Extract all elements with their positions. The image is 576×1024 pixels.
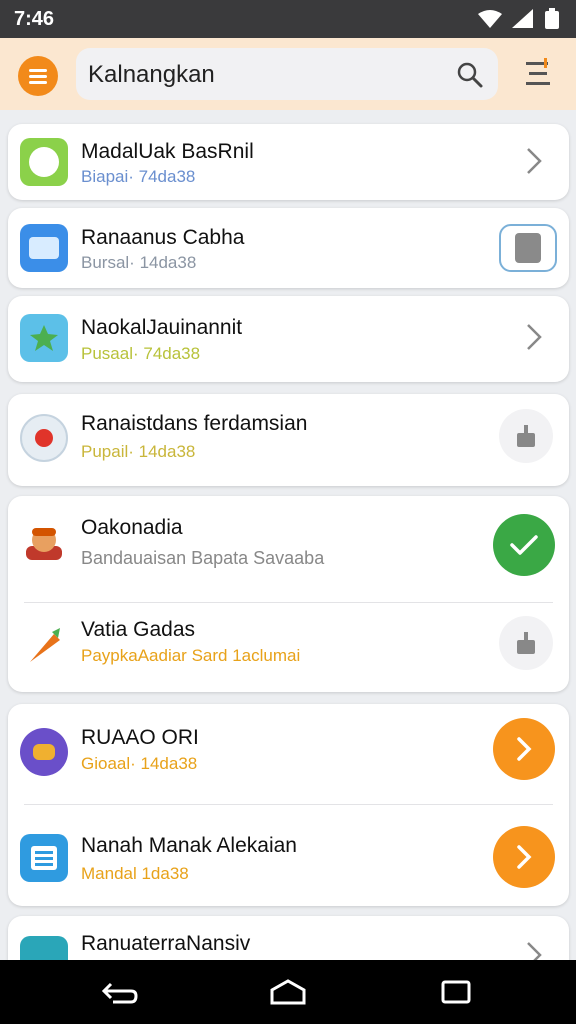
list-card: MadalUak BasRnil Biapai· 74da38 (8, 124, 569, 200)
app-purple-game-icon (20, 728, 68, 776)
list-item[interactable]: MadalUak BasRnil Biapai· 74da38 (8, 124, 569, 200)
arrow-right-icon (517, 845, 532, 869)
item-title: Ranaanus Cabha (81, 226, 245, 249)
list-item[interactable]: Ranaistdans ferdamsian Pupail· 14da38 (8, 394, 569, 486)
item-title: RUAAO ORI (81, 726, 199, 749)
list-item[interactable]: Ranaanus Cabha Bursal· 14da38 (8, 208, 569, 288)
list-item[interactable]: NaokalJauinannit Pusaal· 74da38 (8, 296, 569, 382)
app-blue-chat-icon (20, 224, 68, 272)
item-subtitle: Bursal· 14da38 (81, 253, 197, 272)
download-icon (517, 632, 535, 654)
open-button[interactable] (493, 718, 555, 780)
search-input[interactable]: Kalnangkan (76, 48, 498, 100)
app-carrot-icon (20, 622, 68, 670)
item-subtitle: Bandauaisan Bapata Savaaba (81, 548, 325, 568)
menu-button[interactable] (18, 56, 58, 96)
back-button[interactable] (100, 976, 140, 1008)
list-item[interactable]: RUAAO ORI Gioaal· 14da38 (8, 704, 569, 804)
item-subtitle: Pupail· 14da38 (81, 442, 196, 461)
recents-icon (441, 980, 471, 1004)
search-icon[interactable] (456, 61, 484, 89)
installed-button[interactable] (493, 514, 555, 576)
list-card: NaokalJauinannit Pusaal· 74da38 (8, 296, 569, 382)
list-card: RUAAO ORI Gioaal· 14da38 Nanah Manak Ale… (8, 704, 569, 906)
download-button[interactable] (499, 616, 553, 670)
arrow-right-icon (517, 737, 532, 761)
app-red-dot-icon (20, 414, 68, 462)
device-button[interactable] (499, 224, 557, 272)
list-item[interactable]: Nanah Manak Alekaian Mandal 1da38 (8, 806, 569, 906)
hamburger-icon (29, 69, 47, 84)
filter-button[interactable] (520, 56, 556, 92)
download-icon (517, 425, 535, 447)
status-icons (478, 8, 560, 30)
check-icon (510, 535, 538, 555)
home-icon (270, 979, 306, 1005)
navigation-bar (0, 960, 576, 1024)
chevron-right-icon[interactable] (525, 146, 543, 176)
item-subtitle: Gioaal· 14da38 (81, 754, 198, 773)
status-time: 7:46 (14, 8, 55, 30)
item-title: Nanah Manak Alekaian (81, 834, 297, 857)
app-character-icon (20, 520, 68, 568)
item-title: NaokalJauinannit (81, 316, 243, 339)
sort-icon (526, 58, 550, 85)
item-title: Ranaistdans ferdamsian (81, 412, 308, 435)
recents-button[interactable] (436, 976, 476, 1008)
item-title: RanuaterraNansiv (81, 932, 251, 955)
list-card: Ranaanus Cabha Bursal· 14da38 (8, 208, 569, 288)
item-subtitle: PaypkaAadiar Sard 1aclumai (81, 646, 301, 665)
item-subtitle: Pusaal· 74da38 (81, 344, 201, 363)
item-title: Oakonadia (81, 516, 183, 539)
item-subtitle: Biapai· 74da38 (81, 167, 196, 186)
divider (24, 804, 553, 805)
app-blue-list-icon (20, 834, 68, 882)
list-card: Ranaistdans ferdamsian Pupail· 14da38 (8, 394, 569, 486)
search-value: Kalnangkan (88, 61, 215, 88)
app-bar: Kalnangkan (0, 38, 576, 110)
item-title: MadalUak BasRnil (81, 140, 254, 163)
open-button[interactable] (493, 826, 555, 888)
back-icon (101, 982, 138, 1004)
home-button[interactable] (268, 976, 308, 1008)
app-green-circle-icon (20, 138, 68, 186)
list-card: Oakonadia Bandauaisan Bapata Savaaba Vat… (8, 496, 569, 692)
app-leaf-icon (20, 314, 68, 362)
device-button-icon (515, 233, 541, 263)
item-title: Vatia Gadas (81, 618, 196, 641)
list-item[interactable]: Oakonadia Bandauaisan Bapata Savaaba (8, 496, 569, 600)
divider (24, 602, 553, 603)
wifi-icon (478, 10, 502, 28)
list-item[interactable]: Vatia Gadas PaypkaAadiar Sard 1aclumai (8, 604, 569, 692)
status-bar: 7:46 (0, 0, 576, 38)
item-subtitle: Mandal 1da38 (81, 864, 189, 883)
download-button[interactable] (499, 409, 553, 463)
signal-icon (512, 9, 533, 28)
battery-icon (545, 8, 559, 29)
chevron-right-icon[interactable] (525, 322, 543, 352)
